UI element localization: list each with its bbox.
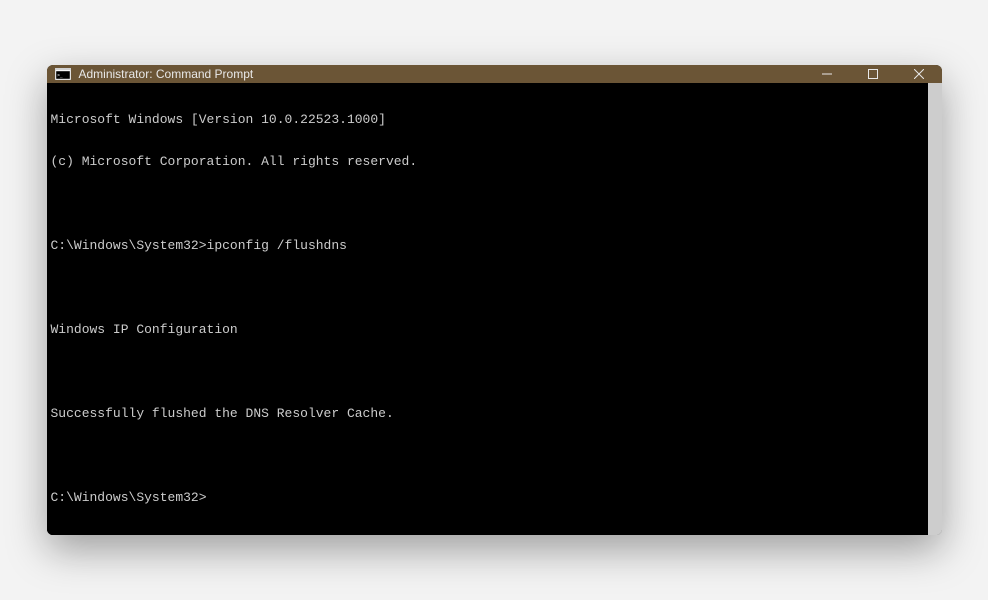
terminal-line: Successfully flushed the DNS Resolver Ca… — [51, 407, 924, 421]
command-prompt-window: >_ Administrator: Command Prompt — [47, 65, 942, 535]
terminal-line: Microsoft Windows [Version 10.0.22523.10… — [51, 113, 924, 127]
terminal-line: Windows IP Configuration — [51, 323, 924, 337]
titlebar[interactable]: >_ Administrator: Command Prompt — [47, 65, 942, 83]
maximize-button[interactable] — [850, 65, 896, 83]
terminal-line — [51, 449, 924, 463]
close-button[interactable] — [896, 65, 942, 83]
terminal-line — [51, 197, 924, 211]
window-controls — [804, 65, 942, 83]
terminal-line: C:\Windows\System32>ipconfig /flushdns — [51, 239, 924, 253]
terminal-line — [51, 365, 924, 379]
maximize-icon — [868, 69, 878, 79]
minimize-button[interactable] — [804, 65, 850, 83]
terminal-line — [51, 281, 924, 295]
scrollbar-thumb[interactable] — [928, 83, 942, 535]
terminal-line: C:\Windows\System32> — [51, 491, 924, 505]
vertical-scrollbar[interactable] — [928, 83, 942, 535]
terminal-output[interactable]: Microsoft Windows [Version 10.0.22523.10… — [47, 83, 928, 535]
minimize-icon — [822, 69, 832, 79]
command-prompt-icon: >_ — [55, 67, 71, 81]
close-icon — [914, 69, 924, 79]
terminal-area: Microsoft Windows [Version 10.0.22523.10… — [47, 83, 942, 535]
terminal-line: (c) Microsoft Corporation. All rights re… — [51, 155, 924, 169]
svg-text:>_: >_ — [57, 73, 63, 78]
window-title: Administrator: Command Prompt — [79, 67, 254, 81]
